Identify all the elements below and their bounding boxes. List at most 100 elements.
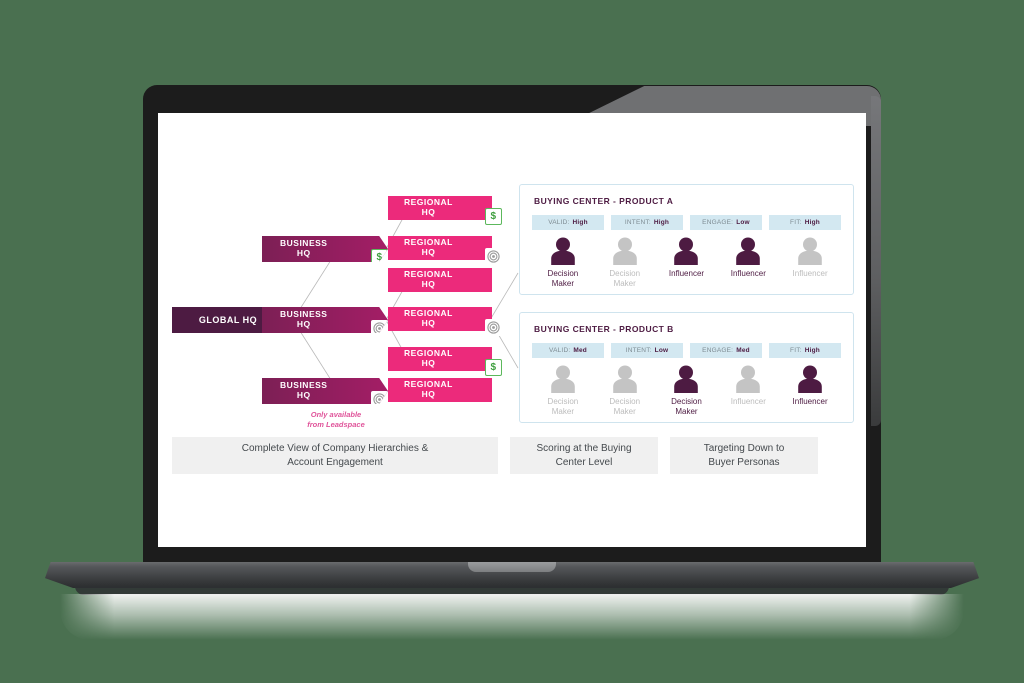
persona-group: Decision Maker Decision Maker Decision Maker I…	[532, 365, 841, 417]
score-chip-intent[interactable]: INTENT: High	[611, 215, 683, 230]
chip-value: High	[653, 219, 670, 226]
business-hq-node-3[interactable]: BUSINESS HQ	[262, 378, 388, 404]
buying-center-title: BUYING CENTER - PRODUCT B	[534, 324, 674, 334]
score-chip-fit[interactable]: FIT: High	[769, 343, 841, 358]
business-hq-node-1[interactable]: BUSINESS HQ $	[262, 236, 388, 262]
persona-label: Influencer	[730, 397, 766, 406]
caption-line-1: Targeting Down to	[703, 443, 785, 454]
target-icon	[371, 320, 388, 333]
chip-value: Low	[654, 347, 669, 354]
persona-decision-2[interactable]: Decision Maker	[594, 237, 656, 289]
persona-label: Influencer	[792, 269, 828, 278]
business-hq-node-2-label: BUSINESS HQ	[280, 309, 328, 329]
score-chip-group: VALID: High INTENT: High ENGAGE: Low FIT: High	[532, 215, 841, 230]
score-chip-intent[interactable]: INTENT: Low	[611, 343, 683, 358]
chip-value: High	[804, 347, 820, 354]
regional-hq-node-5[interactable]: REGIONAL HQ $	[388, 347, 502, 376]
footnote-line-2: from Leadspace	[307, 420, 365, 430]
persona-label: Influencer	[730, 269, 766, 278]
persona-influencer-5[interactable]: Influencer	[779, 237, 841, 289]
person-icon	[674, 365, 699, 393]
score-chip-engage[interactable]: ENGAGE: Med	[690, 343, 762, 358]
regional-hq-node-6[interactable]: REGIONAL HQ	[388, 378, 492, 402]
chip-value: Low	[736, 219, 750, 226]
persona-influencer-4[interactable]: Influencer	[717, 237, 779, 289]
caption-line-2: Account Engagement	[287, 456, 383, 468]
persona-influencer-3[interactable]: Influencer	[656, 237, 718, 289]
chip-label: ENGAGE:	[702, 219, 734, 226]
chip-value: High	[572, 219, 588, 226]
caption-line-1: Scoring at the Buying	[536, 443, 632, 454]
persona-decision-3[interactable]: Decision Maker	[656, 365, 718, 417]
score-chip-group: VALID: Med INTENT: Low ENGAGE: Med FIT: High	[532, 343, 841, 358]
person-icon	[736, 237, 761, 265]
regional-hq-node-1-label: REGIONAL HQ	[404, 197, 453, 217]
buying-center-product-b[interactable]: BUYING CENTER - PRODUCT B VALID: Med INTEN…	[519, 312, 854, 423]
slide-canvas: GLOBAL HQ BUSINESS HQ $ BUSINESS HQ BUSINESS HQ…	[158, 113, 866, 547]
target-icon	[485, 248, 502, 265]
money-icon: $	[485, 359, 502, 376]
buying-center-title: BUYING CENTER - PRODUCT A	[534, 196, 674, 206]
chip-label: ENGAGE:	[702, 347, 734, 354]
score-chip-fit[interactable]: FIT: High	[769, 215, 841, 230]
regional-hq-node-4[interactable]: REGIONAL HQ	[388, 307, 502, 336]
buying-center-product-a[interactable]: BUYING CENTER - PRODUCT A VALID: High INTE…	[519, 184, 854, 295]
caption-line-2: Buyer Personas	[708, 456, 780, 468]
regional-hq-node-4-label: REGIONAL HQ	[404, 308, 453, 328]
caption-scoring: Scoring at the Buying Center Level	[510, 437, 658, 474]
chip-label: VALID:	[548, 219, 570, 226]
persona-label: Influencer	[668, 269, 705, 278]
chip-label: INTENT:	[624, 219, 651, 226]
laptop-reflection	[60, 594, 964, 640]
chip-label: INTENT:	[625, 347, 652, 354]
regional-hq-node-3[interactable]: REGIONAL HQ	[388, 268, 492, 292]
business-hq-node-1-label: BUSINESS HQ	[280, 238, 328, 258]
laptop-base-notch	[468, 562, 556, 572]
person-icon	[736, 365, 761, 393]
laptop-mockup: GLOBAL HQ BUSINESS HQ $ BUSINESS HQ BUSINESS HQ…	[0, 0, 1024, 683]
persona-decision-1[interactable]: Decision Maker	[532, 365, 594, 417]
regional-hq-node-3-label: REGIONAL HQ	[404, 269, 453, 289]
chip-label: FIT:	[790, 219, 802, 226]
regional-hq-node-1[interactable]: REGIONAL HQ $	[388, 196, 502, 225]
persona-influencer-5[interactable]: Influencer	[779, 365, 841, 417]
money-icon: $	[485, 208, 502, 225]
person-icon	[612, 237, 637, 265]
persona-label: Decision Maker	[547, 269, 579, 288]
target-icon	[485, 319, 502, 336]
person-icon	[798, 237, 822, 265]
score-chip-engage[interactable]: ENGAGE: Low	[690, 215, 762, 230]
global-hq-node-label: GLOBAL HQ	[198, 314, 258, 325]
persona-label: Influencer	[792, 397, 828, 406]
chip-value: High	[804, 219, 820, 226]
score-chip-valid[interactable]: VALID: Med	[532, 343, 604, 358]
caption-line-1: Complete View of Company Hierarchies &	[241, 443, 429, 454]
chip-value: Med	[736, 347, 750, 354]
persona-label: Decision Maker	[547, 397, 579, 416]
person-icon	[551, 237, 575, 265]
business-hq-node-2[interactable]: BUSINESS HQ	[262, 307, 388, 333]
caption-hierarchies: Complete View of Company Hierarchies & A…	[172, 437, 498, 474]
persona-decision-2[interactable]: Decision Maker	[594, 365, 656, 417]
footnote-line-1: Only available	[310, 410, 362, 419]
laptop-screen: GLOBAL HQ BUSINESS HQ $ BUSINESS HQ BUSINESS HQ…	[158, 113, 866, 547]
caption-line-2: Center Level	[555, 456, 613, 468]
persona-label: Decision Maker	[671, 397, 702, 416]
target-icon	[371, 391, 388, 404]
persona-group: Decision Maker Decision Maker Influencer Infl…	[532, 237, 841, 289]
person-icon	[798, 365, 822, 393]
chip-value: Med	[573, 347, 587, 354]
score-chip-valid[interactable]: VALID: High	[532, 215, 604, 230]
business-hq-node-3-label: BUSINESS HQ	[280, 380, 328, 400]
regional-hq-node-6-label: REGIONAL HQ	[404, 379, 453, 399]
person-icon	[612, 365, 637, 393]
persona-decision-1[interactable]: Decision Maker	[532, 237, 594, 289]
regional-hq-node-2-label: REGIONAL HQ	[404, 237, 453, 257]
persona-influencer-4[interactable]: Influencer	[717, 365, 779, 417]
persona-label: Decision Maker	[609, 397, 641, 416]
regional-hq-node-2[interactable]: REGIONAL HQ	[388, 236, 502, 265]
chip-label: FIT:	[790, 347, 802, 354]
person-icon	[551, 365, 575, 393]
money-icon: $	[371, 249, 388, 262]
chip-label: VALID:	[549, 347, 571, 354]
